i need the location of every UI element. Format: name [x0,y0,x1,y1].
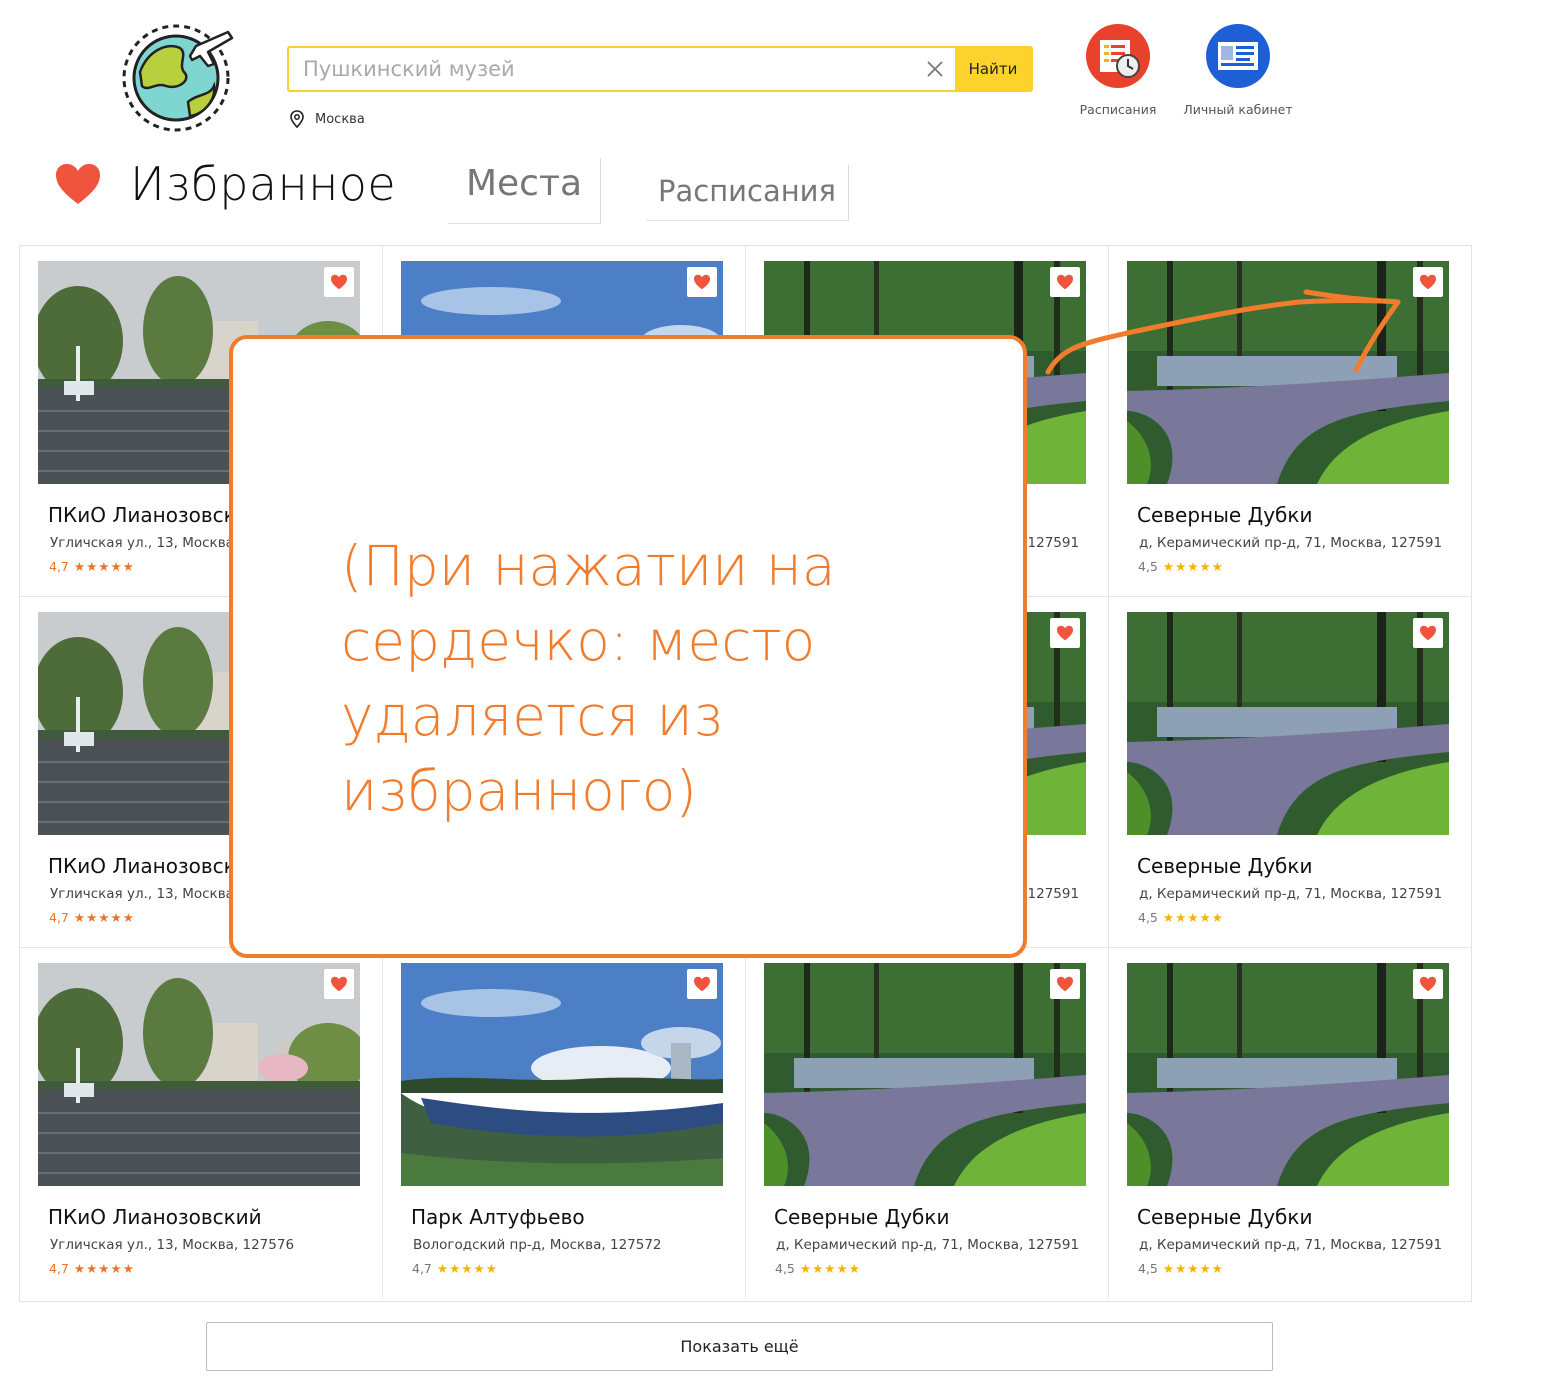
place-rating: 4,7 ★★★★★ [412,1261,498,1276]
place-rating: 4,7 ★★★★★ [49,1261,135,1276]
rating-value: 4,7 [49,559,69,574]
place-address: Вологодский пр-д, Москва, 127572 [413,1237,662,1253]
place-name[interactable]: ПКиО Лианозовский [48,1205,262,1229]
rating-stars: ★★★★★ [1162,1261,1224,1276]
account-nav-button[interactable]: Личный кабинет [1163,24,1313,117]
favorite-heart-icon[interactable] [324,267,354,297]
rating-stars: ★★★★★ [1162,559,1224,574]
place-rating: 4,7 ★★★★★ [49,559,135,574]
clear-icon[interactable] [915,48,955,90]
search-button[interactable]: Найти [955,48,1031,90]
place-address: д, Керамический пр-д, 71, Москва, 127591 [1139,535,1443,551]
rating-value: 4,7 [49,910,69,925]
place-name[interactable]: Северные Дубки [1137,503,1312,527]
city-label: Москва [315,111,365,127]
tab-places[interactable]: Места [448,158,601,224]
place-rating: 4,5 ★★★★★ [1138,1261,1224,1276]
favorite-heart-icon[interactable] [1413,969,1443,999]
city-selector[interactable]: Москва [290,110,365,128]
favorite-heart-icon[interactable] [1413,267,1443,297]
rating-value: 4,7 [49,1261,69,1276]
rating-value: 4,7 [412,1261,432,1276]
place-card[interactable]: ПКиО Лианозовский Угличская ул., 13, Мос… [20,948,383,1299]
place-card[interactable]: Северные Дубки д, Керамический пр-д, 71,… [1109,246,1472,597]
account-nav-label: Личный кабинет [1183,102,1293,117]
rating-value: 4,5 [1138,1261,1158,1276]
rating-stars: ★★★★★ [73,559,135,574]
annotation-callout: (При нажатии на сердечко: место удаляетс… [229,335,1027,958]
place-photo[interactable] [764,963,1086,1186]
search-bar: Найти [287,46,1033,92]
favorites-heart-icon [54,162,102,211]
place-address: д, Керамический пр-д, 71, Москва, 127591 [776,1237,1080,1253]
favorite-heart-icon[interactable] [1050,267,1080,297]
favorite-heart-icon[interactable] [324,969,354,999]
rating-value: 4,5 [775,1261,795,1276]
rating-stars: ★★★★★ [73,910,135,925]
site-logo-globe-icon[interactable] [118,20,242,132]
place-card[interactable]: Парк Алтуфьево Вологодский пр-д, Москва,… [383,948,746,1299]
place-rating: 4,5 ★★★★★ [775,1261,861,1276]
place-address: Угличская ул., 13, Москва, 127576 [50,1237,295,1253]
place-address: д, Керамический пр-д, 71, Москва, 127591 [1139,886,1443,902]
place-name[interactable]: Северные Дубки [1137,854,1312,878]
rating-stars: ★★★★★ [1162,910,1224,925]
favorite-heart-icon[interactable] [1050,618,1080,648]
schedule-clock-icon [1086,24,1150,88]
rating-value: 4,5 [1138,559,1158,574]
place-photo[interactable] [1127,261,1449,484]
tab-schedules[interactable]: Расписания [646,165,849,221]
favorite-heart-icon[interactable] [687,969,717,999]
page-title: Избранное [130,157,397,211]
show-more-button[interactable]: Показать ещё [206,1322,1273,1371]
place-name[interactable]: Северные Дубки [1137,1205,1312,1229]
rating-value: 4,5 [1138,910,1158,925]
place-name[interactable]: Парк Алтуфьево [411,1205,585,1229]
place-address: д, Керамический пр-д, 71, Москва, 127591 [1139,1237,1443,1253]
place-card[interactable]: Северные Дубки д, Керамический пр-д, 71,… [746,948,1109,1299]
place-name[interactable]: Северные Дубки [774,1205,949,1229]
favorite-heart-icon[interactable] [687,267,717,297]
place-photo[interactable] [38,963,360,1186]
place-photo[interactable] [1127,963,1449,1186]
location-pin-icon [290,110,304,128]
rating-stars: ★★★★★ [799,1261,861,1276]
place-rating: 4,5 ★★★★★ [1138,910,1224,925]
annotation-text: (При нажатии на сердечко: место удаляетс… [341,534,836,823]
place-rating: 4,5 ★★★★★ [1138,559,1224,574]
place-rating: 4,7 ★★★★★ [49,910,135,925]
place-photo[interactable] [401,963,723,1186]
rating-stars: ★★★★★ [73,1261,135,1276]
rating-stars: ★★★★★ [436,1261,498,1276]
favorite-heart-icon[interactable] [1050,969,1080,999]
place-card[interactable]: Северные Дубки д, Керамический пр-д, 71,… [1109,948,1472,1299]
place-photo[interactable] [1127,612,1449,835]
search-input[interactable] [289,48,915,90]
favorite-heart-icon[interactable] [1413,618,1443,648]
place-card[interactable]: Северные Дубки д, Керамический пр-д, 71,… [1109,597,1472,948]
account-card-icon [1206,24,1270,88]
